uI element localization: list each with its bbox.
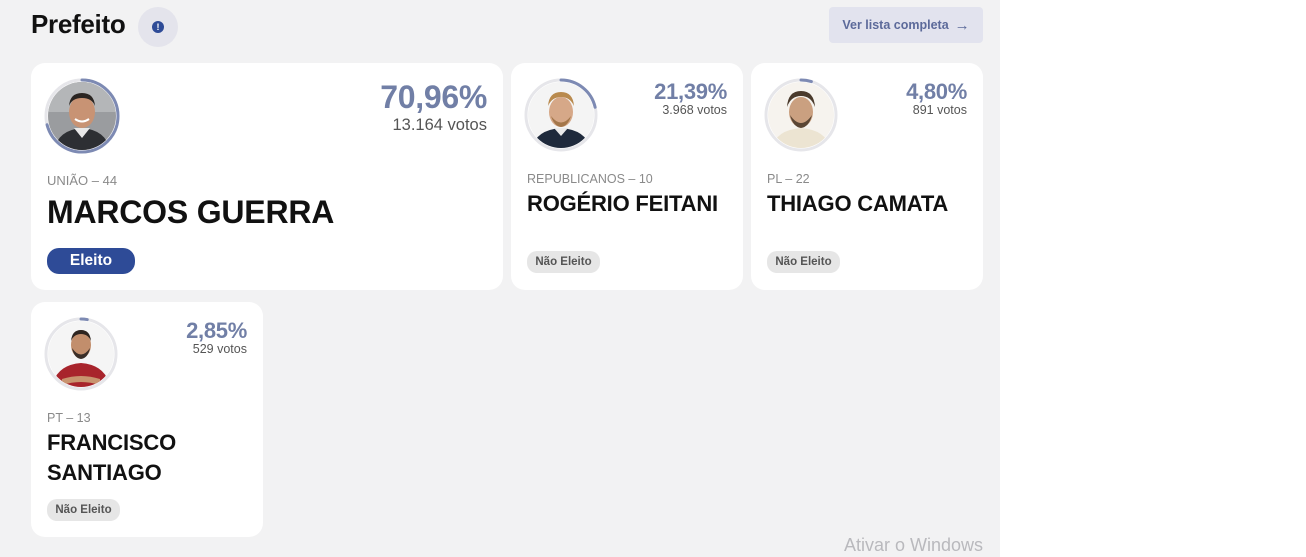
vote-progress-ring: [43, 77, 121, 155]
party-label: PT – 13: [47, 411, 91, 425]
party-label: REPUBLICANOS – 10: [527, 172, 653, 186]
candidate-name-line-1: FRANCISCO: [47, 430, 176, 455]
vote-percent: 2,85%: [186, 318, 247, 343]
vote-count: 529 votos: [192, 342, 247, 356]
candidate-avatar: [48, 82, 116, 150]
party-label: PL – 22: [767, 172, 810, 186]
view-full-list-button[interactable]: Ver lista completa →: [829, 7, 983, 43]
info-icon: !: [152, 21, 164, 33]
section-title: Prefeito: [31, 9, 126, 39]
vote-count: 3.968 votos: [662, 103, 727, 117]
vote-percent: 70,96%: [380, 79, 487, 115]
candidate-card[interactable]: 70,96% 13.164 votos UNIÃO – 44 MARCOS GU…: [31, 63, 503, 290]
vote-progress-ring: [43, 316, 119, 392]
vote-percent: 4,80%: [906, 79, 967, 104]
windows-activation-watermark: Ativar o Windows: [844, 535, 984, 555]
status-badge: Não Eleito: [527, 251, 600, 273]
vote-count: 13.164 votos: [392, 116, 488, 134]
candidate-avatar: [528, 82, 594, 148]
election-panel: Prefeito ! Ver lista completa → 70,96% 1…: [0, 0, 1000, 557]
candidate-name: MARCOS GUERRA: [47, 194, 335, 230]
candidate-name-line-2: SANTIAGO: [47, 460, 162, 485]
status-badge: Não Eleito: [47, 499, 120, 521]
candidate-name: ROGÉRIO FEITANI: [527, 191, 718, 216]
vote-progress-ring: [763, 77, 839, 153]
status-badge: Eleito: [47, 248, 135, 274]
candidate-avatar: [48, 321, 114, 387]
candidate-card[interactable]: 4,80% 891 votos PL – 22 THIAGO CAMATA Nã…: [751, 63, 983, 290]
party-label: UNIÃO – 44: [47, 173, 118, 188]
candidate-avatar: [768, 82, 834, 148]
candidate-card[interactable]: 2,85% 529 votos PT – 13 FRANCISCO SANTIA…: [31, 302, 263, 537]
vote-percent: 21,39%: [654, 79, 727, 104]
vote-count: 891 votos: [912, 103, 967, 117]
candidate-name: THIAGO CAMATA: [767, 191, 949, 216]
info-button[interactable]: !: [138, 7, 178, 47]
view-full-list-label: Ver lista completa: [842, 18, 949, 32]
arrow-right-icon: →: [954, 16, 970, 34]
vote-progress-ring: [523, 77, 599, 153]
candidate-card[interactable]: 21,39% 3.968 votos REPUBLICANOS – 10 ROG…: [511, 63, 743, 290]
status-badge: Não Eleito: [767, 251, 840, 273]
